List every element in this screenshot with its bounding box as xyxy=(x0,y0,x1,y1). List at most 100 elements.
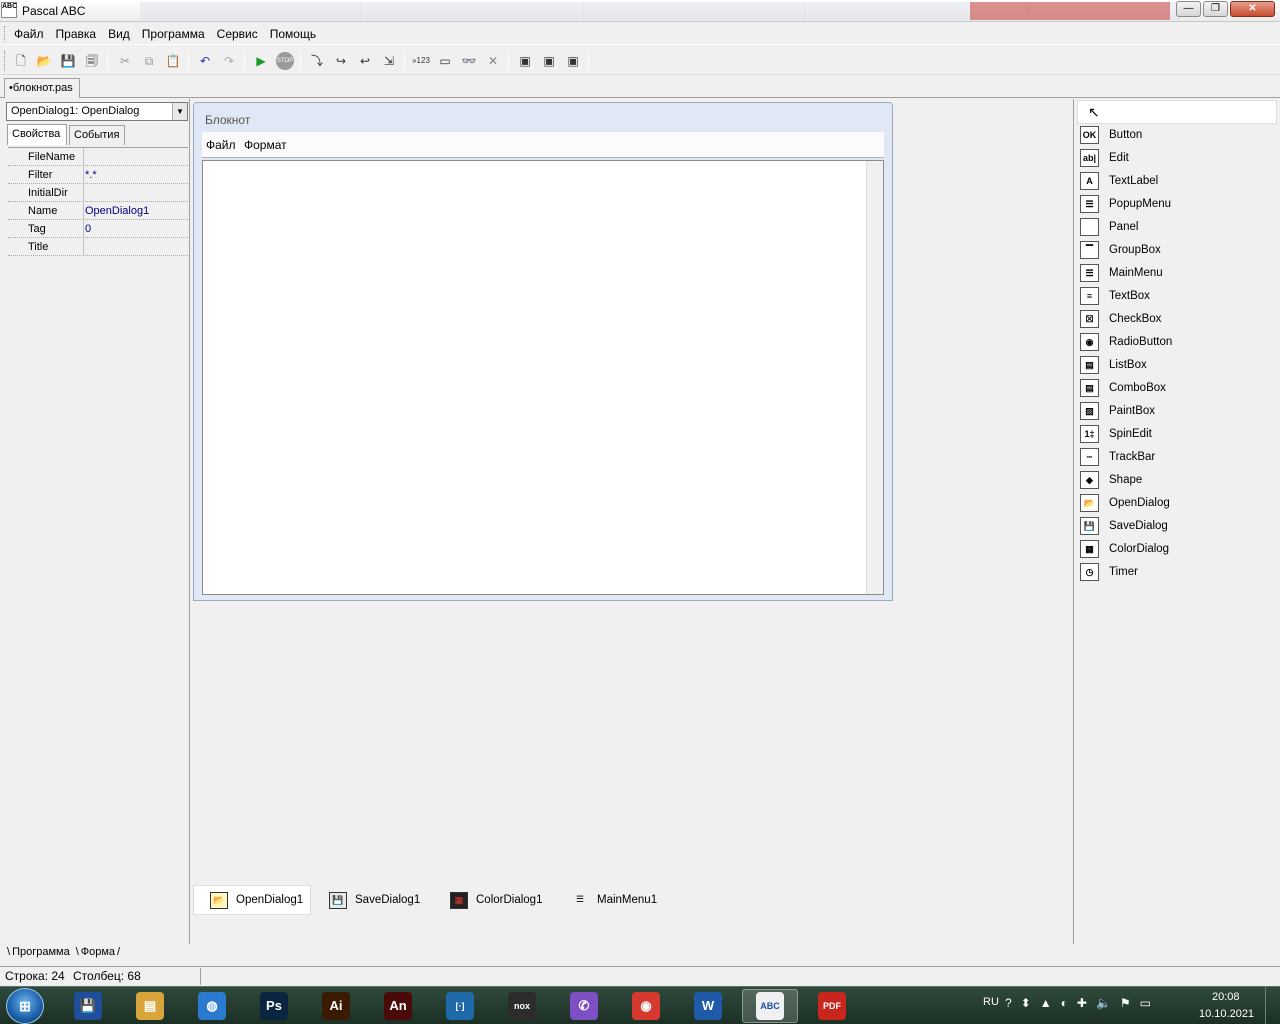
redo-icon[interactable]: ↷ xyxy=(220,52,238,70)
palette-item-popupmenu[interactable]: ☰ PopupMenu xyxy=(1080,193,1276,215)
step-into-icon[interactable]: ⤵ xyxy=(308,52,326,70)
step-over-icon[interactable]: ↪ xyxy=(332,52,350,70)
property-row[interactable]: Filter *.* xyxy=(8,166,188,184)
taskbar-app-11[interactable]: ABC xyxy=(742,989,798,1023)
component-color-dialog1[interactable]: ▦ ColorDialog1 xyxy=(434,885,552,915)
taskbar-app-2[interactable]: ◍ xyxy=(184,989,240,1023)
taskbar-app-1[interactable]: ▤ xyxy=(122,989,178,1023)
designed-form[interactable]: Блокнот Файл Формат xyxy=(193,102,893,601)
form-menu-format[interactable]: Формат xyxy=(244,138,287,152)
palette-item-textbox[interactable]: ≡ TextBox xyxy=(1080,285,1276,307)
taskbar-app-9[interactable]: ◉ xyxy=(618,989,674,1023)
form-a-icon[interactable]: ▣ xyxy=(516,52,534,70)
taskbar-app-10[interactable]: W xyxy=(680,989,736,1023)
show-value-icon[interactable]: »123 xyxy=(410,52,432,70)
palette-item-mainmenu[interactable]: ☰ MainMenu xyxy=(1080,262,1276,284)
object-selector[interactable]: OpenDialog1: OpenDialog ▼ xyxy=(6,102,188,121)
chevron-down-icon[interactable]: ▼ xyxy=(172,103,187,120)
step-out-icon[interactable]: ↩ xyxy=(356,52,374,70)
pascal-abc-app-icon[interactable]: ABC xyxy=(1,2,17,18)
palette-item-combobox[interactable]: ▤ ComboBox xyxy=(1080,377,1276,399)
tray-icon-7[interactable]: ▭ xyxy=(1140,996,1151,1010)
close-button[interactable]: ✕ xyxy=(1230,1,1275,17)
form-text-box-scrollbar[interactable] xyxy=(866,161,883,594)
form-b-icon[interactable]: ▣ xyxy=(540,52,558,70)
component-open-dialog1[interactable]: 📂 OpenDialog1 xyxy=(193,885,311,915)
palette-item-spinedit[interactable]: 1‡ SpinEdit xyxy=(1080,423,1276,445)
palette-item-trackbar[interactable]: ┄ TrackBar xyxy=(1080,446,1276,468)
form-menu-file[interactable]: Файл xyxy=(206,138,236,152)
tab-program[interactable]: \ Программа xyxy=(5,944,74,960)
component-save-dialog1[interactable]: 💾 SaveDialog1 xyxy=(313,885,431,915)
palette-item-savedialog[interactable]: 💾 SaveDialog xyxy=(1080,515,1276,537)
taskbar-app-4[interactable]: Ai xyxy=(308,989,364,1023)
palette-item-opendialog[interactable]: 📂 OpenDialog xyxy=(1080,492,1276,514)
watch-icon[interactable]: 👓 xyxy=(460,52,478,70)
menu-program[interactable]: Программа xyxy=(136,27,211,41)
file-tab-notepad[interactable]: •блокнот.pas xyxy=(4,78,80,98)
taskbar-app-0[interactable]: 💾 xyxy=(60,989,116,1023)
palette-item-checkbox[interactable]: ☒ CheckBox xyxy=(1080,308,1276,330)
property-row[interactable]: FileName xyxy=(8,148,188,166)
form-c-icon[interactable]: ▣ xyxy=(564,52,582,70)
show-desktop-button[interactable] xyxy=(1265,987,1280,1024)
tray-icon-6[interactable]: ⚑ xyxy=(1120,996,1131,1010)
palette-item-radiobutton[interactable]: ◉ RadioButton xyxy=(1080,331,1276,353)
clock-time[interactable]: 20:08 xyxy=(1212,991,1240,1003)
taskbar-app-7[interactable]: nox xyxy=(494,989,550,1023)
tray-icon-1[interactable]: ⬍ xyxy=(1021,996,1031,1010)
minimize-button[interactable]: — xyxy=(1176,1,1201,17)
property-value[interactable]: OpenDialog1 xyxy=(85,205,149,217)
close-watch-icon[interactable]: ✕ xyxy=(484,52,502,70)
property-value[interactable]: 0 xyxy=(85,223,91,235)
open-file-icon[interactable]: 📂 xyxy=(35,52,53,70)
property-row[interactable]: InitialDir xyxy=(8,184,188,202)
property-value[interactable]: *.* xyxy=(85,169,97,181)
save-all-icon[interactable]: 🗐 xyxy=(83,52,101,70)
palette-pointer[interactable]: ↖ xyxy=(1077,100,1277,124)
tray-icon-3[interactable]: ◐ xyxy=(1061,996,1068,1010)
taskbar-app-6[interactable]: [·] xyxy=(432,989,488,1023)
tab-form[interactable]: \ Форма / xyxy=(74,944,122,960)
component-main-menu1[interactable]: ☰ MainMenu1 xyxy=(555,885,673,915)
save-file-icon[interactable]: 💾 xyxy=(59,52,77,70)
taskbar-app-5[interactable]: An xyxy=(370,989,426,1023)
palette-item-shape[interactable]: ◆ Shape xyxy=(1080,469,1276,491)
run-icon[interactable]: ▶ xyxy=(252,52,270,70)
tray-icon-4[interactable]: ✚ xyxy=(1077,996,1087,1010)
menu-edit[interactable]: Правка xyxy=(50,27,103,41)
paste-icon[interactable]: 📋 xyxy=(164,52,182,70)
palette-item-button[interactable]: OK Button xyxy=(1080,124,1276,146)
palette-item-paintbox[interactable]: ▨ PaintBox xyxy=(1080,400,1276,422)
taskbar-app-3[interactable]: Ps xyxy=(246,989,302,1023)
property-row[interactable]: Tag 0 xyxy=(8,220,188,238)
undo-icon[interactable]: ↶ xyxy=(196,52,214,70)
tab-properties[interactable]: Свойства xyxy=(7,124,67,145)
menu-file[interactable]: Файл xyxy=(8,27,50,41)
palette-item-textlabel[interactable]: A TextLabel xyxy=(1080,170,1276,192)
taskbar-app-12[interactable]: PDF xyxy=(804,989,860,1023)
palette-item-panel[interactable]: Panel xyxy=(1080,216,1276,238)
form-text-box[interactable] xyxy=(202,160,884,595)
palette-item-listbox[interactable]: ▤ ListBox xyxy=(1080,354,1276,376)
tab-events[interactable]: События xyxy=(69,125,125,145)
palette-item-timer[interactable]: ◷ Timer xyxy=(1080,561,1276,583)
window-icon[interactable]: ▭ xyxy=(436,52,454,70)
palette-item-colordialog[interactable]: ▦ ColorDialog xyxy=(1080,538,1276,560)
cut-icon[interactable]: ✂ xyxy=(116,52,134,70)
taskbar-app-8[interactable]: ✆ xyxy=(556,989,612,1023)
tray-icon-0[interactable]: ? xyxy=(1005,996,1012,1010)
menu-service[interactable]: Сервис xyxy=(211,27,264,41)
stop-icon[interactable]: STOP xyxy=(276,52,294,70)
clock-date[interactable]: 10.10.2021 xyxy=(1199,1008,1254,1020)
menu-help[interactable]: Помощь xyxy=(264,27,322,41)
palette-item-edit[interactable]: ab| Edit xyxy=(1080,147,1276,169)
menu-view[interactable]: Вид xyxy=(102,27,136,41)
new-file-icon[interactable]: 🗋 xyxy=(12,52,30,70)
palette-item-groupbox[interactable]: ▔ GroupBox xyxy=(1080,239,1276,261)
tray-icon-5[interactable]: 🔈 xyxy=(1096,996,1111,1010)
copy-icon[interactable]: ⧉ xyxy=(140,52,158,70)
property-row[interactable]: Title xyxy=(8,238,188,256)
start-button[interactable]: ⊞ xyxy=(6,988,44,1024)
language-indicator[interactable]: RU xyxy=(983,996,999,1008)
